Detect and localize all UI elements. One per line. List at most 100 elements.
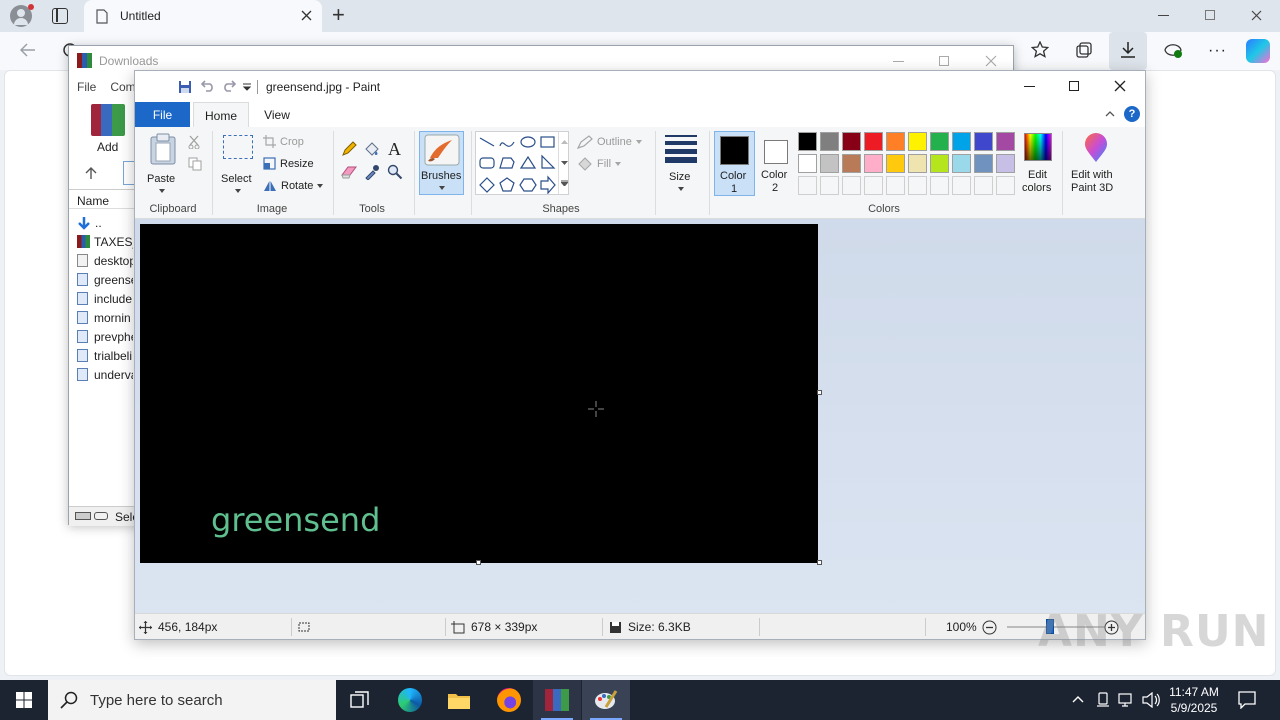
magnifier-icon[interactable]	[387, 164, 403, 180]
task-view-button[interactable]	[336, 680, 384, 720]
volume-icon[interactable]	[1142, 692, 1160, 708]
winrar-maximize-icon[interactable]	[939, 56, 949, 66]
cut-icon[interactable]	[188, 135, 200, 149]
color-swatch[interactable]	[996, 154, 1015, 173]
color-swatch[interactable]	[864, 132, 883, 151]
color-swatch[interactable]	[798, 154, 817, 173]
taskbar-firefox[interactable]	[485, 680, 533, 720]
fill-bucket-icon[interactable]	[364, 141, 380, 157]
redo-icon[interactable]	[222, 80, 236, 92]
winrar-close-icon[interactable]	[985, 55, 997, 67]
color-swatch[interactable]	[930, 154, 949, 173]
copilot-icon[interactable]	[1246, 39, 1270, 63]
start-button[interactable]	[0, 680, 48, 720]
shapes-gallery[interactable]	[475, 131, 569, 195]
performance-icon[interactable]	[1163, 41, 1183, 59]
downloads-button[interactable]	[1109, 32, 1147, 70]
notifications-icon[interactable]	[1238, 691, 1256, 709]
winrar-menu-commands[interactable]: Com	[110, 80, 135, 94]
list-item[interactable]: greense	[77, 270, 133, 289]
paint-maximize-icon[interactable]	[1069, 81, 1079, 91]
new-tab-button[interactable]: +	[332, 2, 345, 28]
pencil-icon[interactable]	[341, 141, 357, 157]
more-menu-icon[interactable]: ···	[1208, 43, 1227, 59]
list-item[interactable]: ..	[77, 213, 133, 232]
crop-button[interactable]: Crop	[263, 135, 304, 148]
color-swatch[interactable]	[798, 132, 817, 151]
custom-color-slot[interactable]	[820, 176, 839, 195]
list-item[interactable]: mornin	[77, 308, 133, 327]
custom-color-slot[interactable]	[798, 176, 817, 195]
color-swatch[interactable]	[908, 154, 927, 173]
color-swatch[interactable]	[886, 132, 905, 151]
size-button[interactable]: Size	[661, 131, 701, 195]
color-swatch[interactable]	[974, 154, 993, 173]
custom-color-slot[interactable]	[996, 176, 1015, 195]
color-swatch[interactable]	[908, 132, 927, 151]
tab-file[interactable]: File	[135, 102, 190, 127]
network-icon[interactable]	[1118, 692, 1134, 708]
show-hidden-icons[interactable]	[1072, 695, 1084, 703]
favorites-icon[interactable]	[1031, 41, 1049, 59]
custom-color-slot[interactable]	[952, 176, 971, 195]
restore-icon[interactable]	[1205, 10, 1215, 20]
taskbar-paint[interactable]	[582, 680, 630, 720]
color-swatch[interactable]	[864, 154, 883, 173]
color-swatch[interactable]	[820, 132, 839, 151]
tab-home[interactable]: Home	[193, 102, 249, 128]
column-name[interactable]: Name	[77, 194, 109, 208]
zoom-out-icon[interactable]	[982, 620, 997, 635]
close-tab-icon[interactable]	[301, 10, 312, 21]
custom-color-slot[interactable]	[930, 176, 949, 195]
minimize-icon[interactable]	[1158, 15, 1169, 16]
color-swatch[interactable]	[996, 132, 1015, 151]
customize-qat-icon[interactable]	[243, 83, 251, 91]
list-item[interactable]: trialbeli	[77, 346, 133, 365]
color1-button[interactable]: Color 1	[714, 131, 755, 196]
paste-button[interactable]: Paste	[143, 131, 181, 197]
tab-view[interactable]: View	[253, 102, 301, 127]
resize-handle-bottom[interactable]	[476, 560, 481, 565]
taskbar-file-explorer[interactable]	[435, 680, 483, 720]
winrar-menu-file[interactable]: File	[77, 80, 96, 94]
rotate-button[interactable]: Rotate	[263, 179, 324, 192]
color-swatch[interactable]	[842, 132, 861, 151]
list-item[interactable]: include:	[77, 289, 133, 308]
paint-close-icon[interactable]	[1114, 80, 1126, 92]
device-icon[interactable]	[1096, 692, 1110, 708]
copy-icon[interactable]	[188, 157, 202, 171]
outline-button[interactable]: Outline	[577, 135, 642, 149]
help-icon[interactable]: ?	[1124, 106, 1140, 122]
eraser-icon[interactable]	[341, 165, 357, 179]
custom-color-slot[interactable]	[864, 176, 883, 195]
taskbar-search[interactable]: Type here to search	[48, 680, 336, 720]
winrar-minimize-icon[interactable]	[893, 61, 904, 62]
winrar-add-button[interactable]: Add	[83, 102, 131, 154]
save-icon[interactable]	[178, 80, 192, 94]
paint-minimize-icon[interactable]	[1024, 86, 1035, 87]
color-swatch[interactable]	[952, 154, 971, 173]
up-folder-icon[interactable]	[85, 166, 97, 180]
brushes-button[interactable]: Brushes	[419, 131, 464, 195]
taskbar-winrar[interactable]	[533, 680, 581, 720]
close-icon[interactable]	[1251, 10, 1262, 21]
edit-with-paint3d-button[interactable]: Edit with Paint 3D	[1067, 131, 1123, 195]
resize-button[interactable]: Resize	[263, 157, 314, 170]
select-button[interactable]: Select	[221, 133, 255, 197]
back-icon[interactable]	[20, 43, 36, 57]
resize-handle-corner[interactable]	[817, 560, 822, 565]
collections-icon[interactable]	[1075, 41, 1093, 59]
custom-color-slot[interactable]	[908, 176, 927, 195]
color-swatch[interactable]	[952, 132, 971, 151]
taskbar-edge[interactable]	[386, 680, 434, 720]
list-item[interactable]: TAXES_2	[77, 232, 133, 251]
shapes-scroll[interactable]	[558, 132, 569, 194]
undo-icon[interactable]	[201, 80, 215, 92]
image-canvas[interactable]: greensend	[140, 224, 818, 563]
resize-handle-right[interactable]	[817, 390, 822, 395]
tab-actions-icon[interactable]	[52, 8, 68, 24]
color-swatch[interactable]	[842, 154, 861, 173]
color-picker-icon[interactable]	[364, 164, 380, 180]
fill-button[interactable]: Fill	[577, 157, 622, 171]
canvas-area[interactable]: greensend	[135, 219, 1145, 613]
